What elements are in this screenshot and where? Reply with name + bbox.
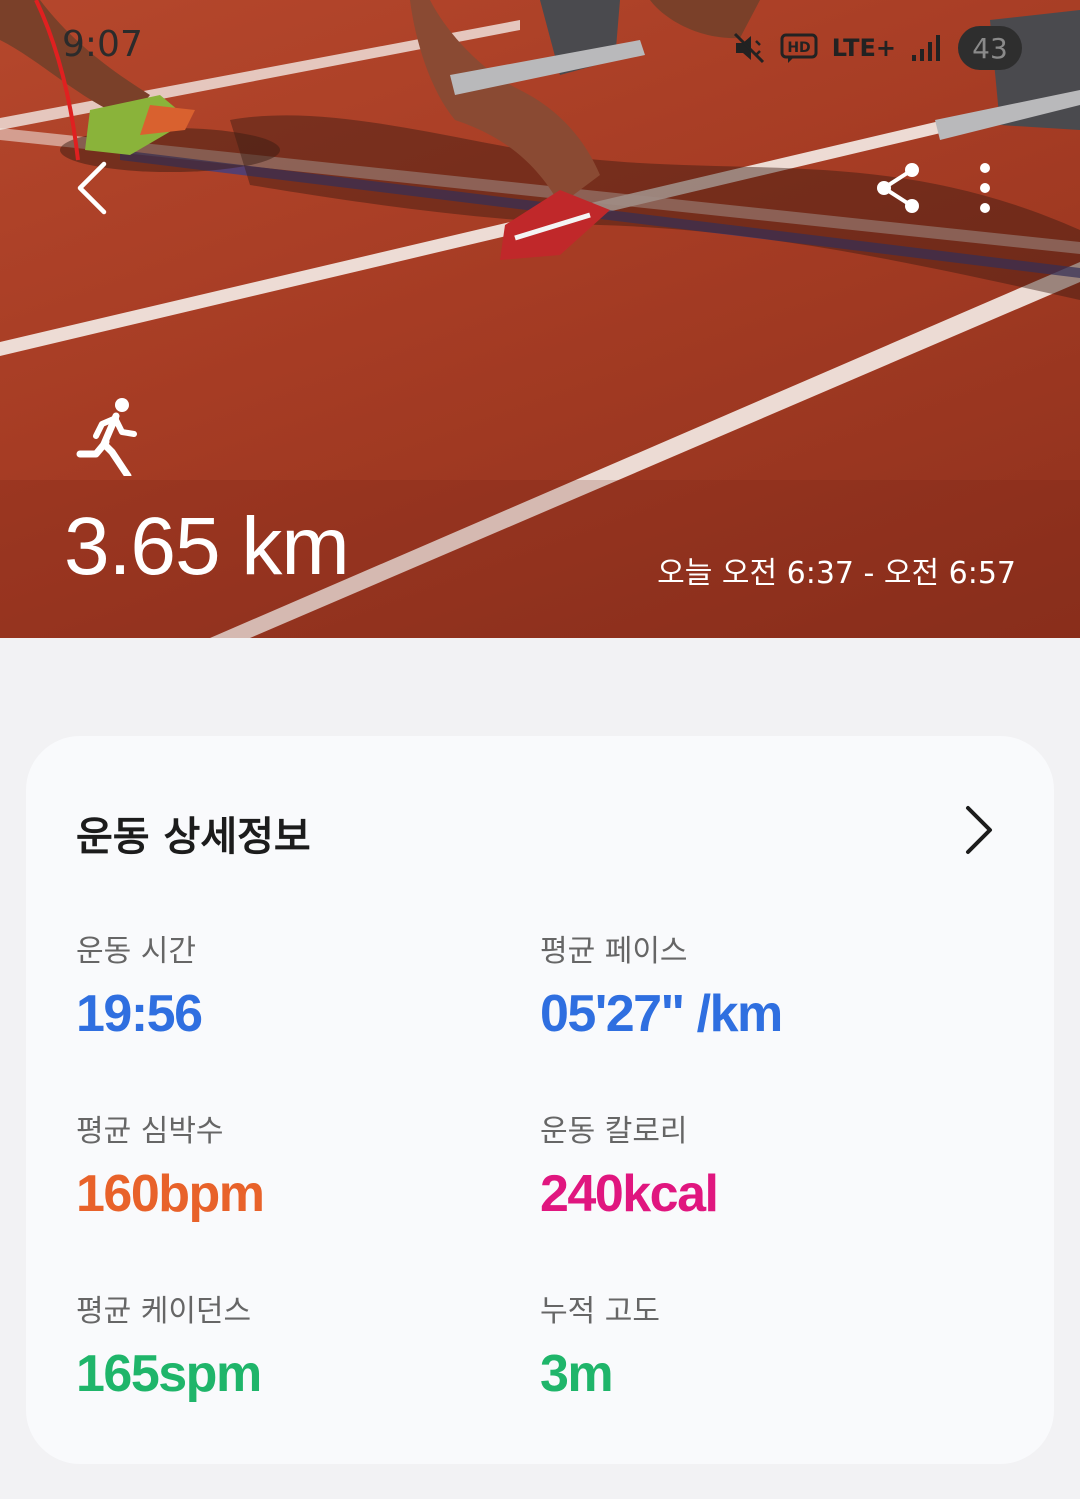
- stat-label: 운동 시간: [76, 934, 196, 969]
- stat-value: 19:56: [76, 985, 203, 1043]
- stat-calories: 운동 칼로리 240kcal: [540, 1106, 719, 1224]
- stat-value: 240kcal: [540, 1165, 719, 1223]
- stat-value: 3m: [540, 1345, 614, 1403]
- status-bar: 9:07 HD LTE+ 43: [0, 0, 1080, 100]
- network-type: LTE+: [831, 34, 896, 62]
- stat-avg-pace: 평균 페이스 05'27" /km: [540, 926, 783, 1044]
- chevron-right-icon[interactable]: [958, 804, 998, 856]
- battery-icon: 43: [958, 26, 1022, 70]
- mute-icon: [733, 32, 764, 64]
- stat-label: 평균 심박수: [76, 1114, 224, 1149]
- battery-level: 43: [972, 31, 1008, 65]
- hero-banner: 9:07 HD LTE+ 43 3.65 km 오늘 오전 6:37 - 오전 …: [0, 0, 1080, 638]
- stat-value: 05'27" /km: [540, 985, 783, 1043]
- stat-label: 운동 칼로리: [540, 1114, 688, 1149]
- share-icon[interactable]: [872, 160, 928, 216]
- status-time: 9:07: [62, 24, 143, 65]
- hd-voice-icon: HD: [780, 33, 818, 63]
- stat-duration: 운동 시간 19:56: [76, 926, 203, 1044]
- stat-elevation-gain: 누적 고도 3m: [540, 1286, 660, 1404]
- workout-time-range: 오늘 오전 6:37 - 오전 6:57: [657, 556, 1016, 591]
- more-vertical-icon[interactable]: [962, 160, 1008, 216]
- chevron-left-icon[interactable]: [66, 156, 126, 220]
- stat-label: 누적 고도: [540, 1294, 660, 1329]
- stat-label: 평균 페이스: [540, 934, 688, 969]
- card-title: 운동 상세정보: [76, 814, 311, 860]
- hd-label: HD: [787, 40, 810, 56]
- stat-value: 160bpm: [76, 1165, 265, 1223]
- stat-value: 165spm: [76, 1345, 262, 1403]
- running-icon: [76, 398, 137, 476]
- workout-distance: 3.65 km: [64, 501, 350, 592]
- signal-icon: [912, 35, 940, 61]
- stat-avg-cadence: 평균 케이던스 165spm: [76, 1286, 262, 1404]
- stat-label: 평균 케이던스: [76, 1294, 252, 1329]
- stat-avg-heart-rate: 평균 심박수 160bpm: [76, 1106, 265, 1224]
- status-icons: HD LTE+ 43: [732, 22, 1022, 74]
- workout-details-card[interactable]: 운동 상세정보 운동 시간 19:56 평균 페이스 05'27" /km 평균…: [26, 736, 1054, 1464]
